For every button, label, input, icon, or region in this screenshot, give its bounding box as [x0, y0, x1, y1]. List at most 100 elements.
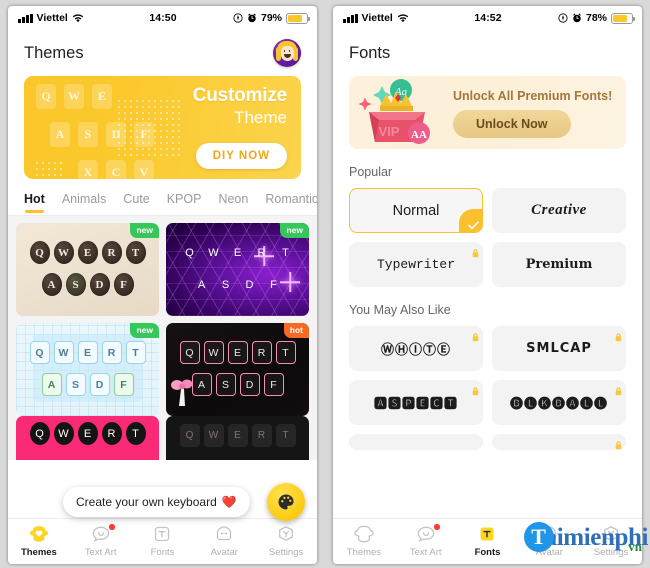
unlock-now-button[interactable]: Unlock Now	[453, 110, 571, 138]
fonts-scroll-body[interactable]: Aa VIP AA Unlock All Premium Fonts! Unlo…	[333, 76, 642, 518]
key: Q	[179, 341, 200, 364]
theme-key-row-2: A S D F	[16, 273, 159, 296]
key: E	[227, 424, 248, 447]
font-card-premium[interactable]: Premium	[492, 242, 626, 287]
key: T	[125, 422, 146, 445]
customize-banner-wrap: Q W E A S D F X C V Customize Theme DIY …	[8, 76, 317, 179]
nav-item-text-art[interactable]: Text Art	[70, 524, 132, 558]
banner-key-s: S	[78, 122, 98, 147]
font-card-partial-left[interactable]	[349, 434, 483, 450]
font-card-normal[interactable]: Normal	[349, 188, 483, 233]
nav-item-fonts[interactable]: Fonts	[132, 525, 194, 558]
banner-key-d: D	[106, 122, 126, 147]
alarm-icon	[572, 13, 582, 23]
key: E	[227, 341, 248, 364]
theme-card-neon-purple[interactable]: new Q W E R T A S D F	[166, 223, 309, 316]
theme-card-typewriter[interactable]: new Q W E R T A S D F	[16, 223, 159, 316]
status-left-group: Viettel	[343, 12, 474, 24]
key: R	[251, 424, 272, 447]
category-tab-romantic[interactable]: Romantic	[265, 192, 317, 213]
nav-item-themes[interactable]: Themes	[8, 525, 70, 558]
key: F	[263, 373, 284, 396]
avatar[interactable]	[273, 39, 301, 67]
nav-label: Avatar	[210, 547, 238, 558]
key: R	[257, 246, 266, 259]
font-grid-popular: Normal Creative Typewriter Premium	[333, 188, 642, 287]
themes-scroll-body[interactable]: Q W E A S D F X C V Customize Theme DIY …	[8, 76, 317, 518]
pink-bow-icon	[171, 379, 193, 406]
theme-key-row-2: A S D F	[16, 373, 159, 396]
category-tab-neon[interactable]: Neon	[218, 192, 248, 213]
key: S	[221, 278, 230, 291]
nav-label: Text Art	[84, 547, 117, 558]
theme-card-pink[interactable]: Q W E R T	[16, 416, 159, 460]
nav-item-text-art[interactable]: Text Art	[395, 524, 457, 558]
key: W	[208, 246, 219, 259]
nav-item-themes[interactable]: Themes	[333, 525, 395, 558]
banner-key-c: C	[106, 160, 126, 179]
font-label: Premium	[525, 257, 593, 272]
font-card-creative[interactable]: Creative	[492, 188, 626, 233]
banner-key-f: F	[134, 122, 154, 147]
nav-item-avatar[interactable]: Avatar	[193, 525, 255, 558]
key: R	[101, 241, 122, 264]
key: T	[282, 246, 289, 259]
alarm-icon	[247, 13, 257, 23]
customize-banner[interactable]: Q W E A S D F X C V Customize Theme DIY …	[24, 76, 301, 179]
category-tabs[interactable]: Hot Animals Cute KPOP Neon Romantic	[8, 179, 317, 215]
banner-title: Customize	[192, 85, 287, 106]
font-card-partial-right[interactable]	[492, 434, 626, 450]
themes-icon	[28, 525, 50, 544]
phone-left-themes: Viettel 14:50 79% Themes Q W E A S D F X…	[0, 0, 325, 568]
theme-card-light-blue[interactable]: new Q W E R T A S D F	[16, 323, 159, 416]
key: Q	[179, 424, 200, 447]
font-card-aspect[interactable]: 🅰🆂🅿🅴🅲🆃	[349, 380, 483, 425]
badge-new: new	[130, 223, 159, 238]
font-card-blkball[interactable]: 🅑🅛🅚🅑🅐🅛🅛	[492, 380, 626, 425]
svg-text:AA: AA	[411, 129, 427, 141]
nav-item-settings[interactable]: Settings	[255, 525, 317, 558]
text-art-icon	[90, 525, 112, 544]
lock-icon	[615, 383, 622, 396]
nav-label: Avatar	[535, 547, 563, 558]
theme-grid-partial-row: Q W E R T Q W E R T	[8, 416, 317, 460]
font-card-typewriter[interactable]: Typewriter	[349, 242, 483, 287]
badge-new: new	[280, 223, 309, 238]
dual-phone-screenshot: Viettel 14:50 79% Themes Q W E A S D F X…	[0, 0, 650, 568]
key: S	[65, 273, 86, 296]
banner-key-a: A	[50, 122, 70, 147]
bottom-nav-left[interactable]: Themes Text Art Fonts Avatar Settings	[8, 518, 317, 564]
nav-label: Settings	[593, 547, 629, 558]
nav-item-avatar[interactable]: Avatar	[518, 525, 580, 558]
theme-card-black-pink[interactable]: hot Q W E R T A S D F	[166, 323, 309, 416]
badge-new: new	[130, 323, 159, 338]
bottom-nav-right[interactable]: Themes Text Art Fonts Avatar Settings	[333, 518, 642, 564]
key: Q	[185, 246, 194, 259]
font-grid-partial-row	[333, 434, 642, 450]
nav-label: Themes	[346, 547, 382, 558]
clock-label: 14:50	[149, 12, 177, 24]
nav-item-fonts[interactable]: Fonts	[457, 525, 519, 558]
font-card-white[interactable]: ⓌⒽⒾⓉⒺ	[349, 326, 483, 371]
diy-now-button[interactable]: DIY NOW	[195, 143, 287, 169]
avatar-icon	[213, 525, 235, 544]
create-keyboard-tooltip[interactable]: Create your own keyboard ❤️	[63, 487, 250, 517]
nav-label: Text Art	[409, 547, 442, 558]
section-title-popular: Popular	[349, 165, 393, 179]
category-tab-kpop[interactable]: KPOP	[167, 192, 202, 213]
key: R	[251, 341, 272, 364]
category-tab-hot[interactable]: Hot	[24, 192, 45, 213]
nav-item-settings[interactable]: Settings	[580, 525, 642, 558]
create-keyboard-fab[interactable]	[267, 483, 305, 521]
fonts-icon	[476, 525, 498, 544]
font-label: Creative	[531, 202, 587, 218]
category-tab-animals[interactable]: Animals	[62, 192, 106, 213]
banner-subtitle: Theme	[234, 108, 287, 127]
font-grid-suggested: ⓌⒽⒾⓉⒺ SMLCAP 🅰🆂🅿🅴🅲🆃 🅑🅛🅚🅑🅐🅛🅛	[333, 326, 642, 425]
premium-banner[interactable]: Aa VIP AA Unlock All Premium Fonts! Unlo…	[349, 76, 626, 149]
category-tab-cute[interactable]: Cute	[123, 192, 149, 213]
carrier-label: Viettel	[361, 12, 393, 24]
font-card-smlcap[interactable]: SMLCAP	[492, 326, 626, 371]
banner-key-v: V	[134, 160, 154, 179]
theme-card-dark[interactable]: Q W E R T	[166, 416, 309, 460]
